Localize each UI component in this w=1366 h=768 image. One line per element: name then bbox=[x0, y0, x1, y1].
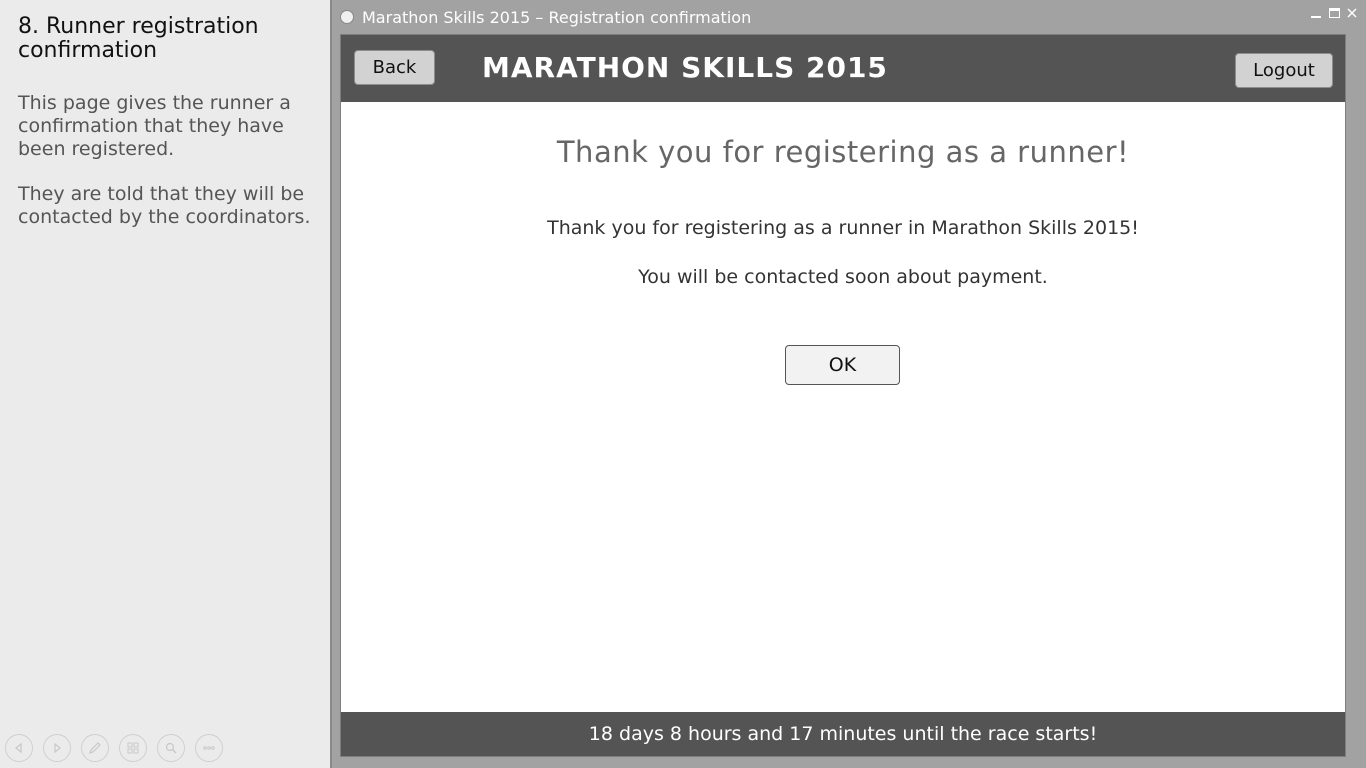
notes-paragraph: This page gives the runner a confirmatio… bbox=[18, 92, 291, 160]
app-header: Back MARATHON SKILLS 2015 Logout bbox=[341, 35, 1345, 102]
screen: 8. Runner registration confirmation This… bbox=[0, 0, 1366, 768]
logout-button[interactable]: Logout bbox=[1235, 53, 1333, 88]
window-app-icon bbox=[340, 10, 354, 24]
window-controls bbox=[1310, 6, 1358, 20]
notes-title: 8. Runner registration confirmation bbox=[18, 14, 259, 63]
window-titlebar[interactable]: Marathon Skills 2015 – Registration conf… bbox=[332, 0, 1366, 34]
confirmation-content: Thank you for registering as a runner! T… bbox=[341, 102, 1345, 712]
app-window: Marathon Skills 2015 – Registration conf… bbox=[330, 0, 1366, 768]
window-title: Marathon Skills 2015 – Registration conf… bbox=[362, 8, 752, 27]
countdown-footer: 18 days 8 hours and 17 minutes until the… bbox=[341, 712, 1345, 756]
countdown-text: 18 days 8 hours and 17 minutes until the… bbox=[588, 723, 1098, 745]
minimize-icon[interactable] bbox=[1310, 6, 1322, 20]
window-client-area: Back MARATHON SKILLS 2015 Logout Thank y… bbox=[340, 34, 1346, 757]
more-options-icon[interactable] bbox=[195, 734, 223, 762]
previous-slide-icon[interactable] bbox=[5, 734, 33, 762]
slides-grid-icon[interactable] bbox=[119, 734, 147, 762]
notes-paragraph: They are told that they will be contacte… bbox=[18, 183, 311, 228]
page-headline: Thank you for registering as a runner! bbox=[556, 135, 1130, 169]
ok-button[interactable]: OK bbox=[785, 345, 900, 385]
close-icon[interactable] bbox=[1346, 6, 1358, 20]
payment-message: You will be contacted soon about payment… bbox=[638, 266, 1048, 288]
slide-nav-controls bbox=[5, 734, 223, 762]
confirmation-message: Thank you for registering as a runner in… bbox=[547, 217, 1139, 239]
back-button[interactable]: Back bbox=[354, 50, 435, 85]
zoom-icon[interactable] bbox=[157, 734, 185, 762]
maximize-icon[interactable] bbox=[1328, 6, 1340, 20]
slide-notes-panel: 8. Runner registration confirmation This… bbox=[0, 0, 330, 768]
pen-icon[interactable] bbox=[81, 734, 109, 762]
app-title: MARATHON SKILLS 2015 bbox=[482, 51, 888, 84]
next-slide-icon[interactable] bbox=[43, 734, 71, 762]
